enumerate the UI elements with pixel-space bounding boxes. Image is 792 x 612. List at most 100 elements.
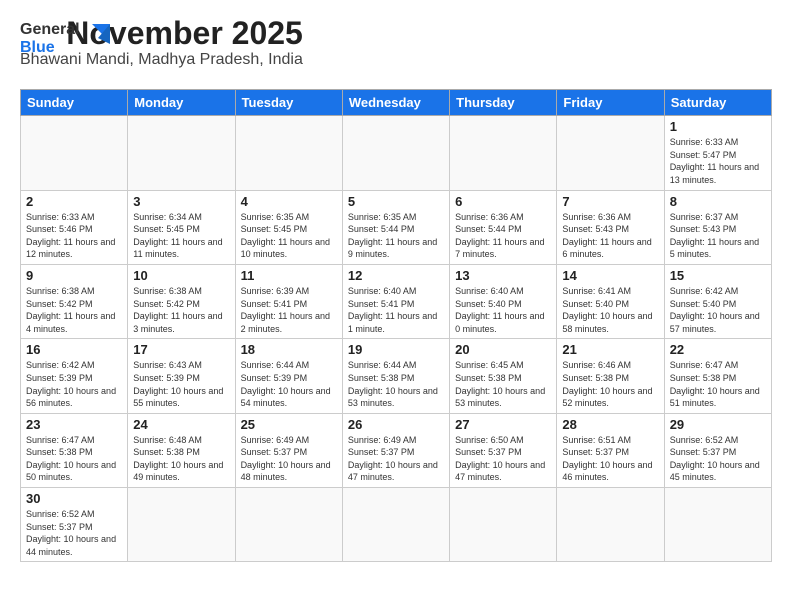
day-number: 28 (562, 417, 658, 432)
day-cell-10: 10 Sunrise: 6:38 AMSunset: 5:42 PMDaylig… (128, 264, 235, 338)
empty-cell (235, 488, 342, 562)
day-cell-7: 7 Sunrise: 6:36 AMSunset: 5:43 PMDayligh… (557, 190, 664, 264)
day-cell-28: 28 Sunrise: 6:51 AMSunset: 5:37 PMDaylig… (557, 413, 664, 487)
day-info: Sunrise: 6:49 AMSunset: 5:37 PMDaylight:… (348, 434, 444, 484)
day-info: Sunrise: 6:40 AMSunset: 5:40 PMDaylight:… (455, 285, 551, 335)
day-info: Sunrise: 6:41 AMSunset: 5:40 PMDaylight:… (562, 285, 658, 335)
day-info: Sunrise: 6:49 AMSunset: 5:37 PMDaylight:… (241, 434, 337, 484)
day-info: Sunrise: 6:36 AMSunset: 5:44 PMDaylight:… (455, 211, 551, 261)
day-info: Sunrise: 6:42 AMSunset: 5:39 PMDaylight:… (26, 359, 122, 409)
day-info: Sunrise: 6:33 AMSunset: 5:46 PMDaylight:… (26, 211, 122, 261)
empty-cell (128, 488, 235, 562)
day-info: Sunrise: 6:43 AMSunset: 5:39 PMDaylight:… (133, 359, 229, 409)
day-number: 16 (26, 342, 122, 357)
day-cell-11: 11 Sunrise: 6:39 AMSunset: 5:41 PMDaylig… (235, 264, 342, 338)
day-number: 17 (133, 342, 229, 357)
header-sunday: Sunday (21, 90, 128, 116)
day-info: Sunrise: 6:48 AMSunset: 5:38 PMDaylight:… (133, 434, 229, 484)
header-tuesday: Tuesday (235, 90, 342, 116)
logo: General Blue (20, 16, 110, 60)
empty-cell (342, 116, 449, 190)
day-info: Sunrise: 6:52 AMSunset: 5:37 PMDaylight:… (670, 434, 766, 484)
day-info: Sunrise: 6:52 AMSunset: 5:37 PMDaylight:… (26, 508, 122, 558)
logo-icon: General Blue (20, 16, 110, 60)
table-row: 1 Sunrise: 6:33 AM Sunset: 5:47 PM Dayli… (21, 116, 772, 190)
day-number: 8 (670, 194, 766, 209)
day-info: Sunrise: 6:47 AMSunset: 5:38 PMDaylight:… (26, 434, 122, 484)
top-area: General Blue November 2025 Bhawani Mandi… (20, 16, 772, 81)
day-number: 9 (26, 268, 122, 283)
day-number: 12 (348, 268, 444, 283)
day-number: 20 (455, 342, 551, 357)
day-number: 21 (562, 342, 658, 357)
day-cell-25: 25 Sunrise: 6:49 AMSunset: 5:37 PMDaylig… (235, 413, 342, 487)
table-row: 23 Sunrise: 6:47 AMSunset: 5:38 PMDaylig… (21, 413, 772, 487)
day-info: Sunrise: 6:33 AM Sunset: 5:47 PM Dayligh… (670, 136, 766, 186)
day-cell-5: 5 Sunrise: 6:35 AMSunset: 5:44 PMDayligh… (342, 190, 449, 264)
day-info: Sunrise: 6:38 AMSunset: 5:42 PMDaylight:… (133, 285, 229, 335)
empty-cell (235, 116, 342, 190)
day-cell-16: 16 Sunrise: 6:42 AMSunset: 5:39 PMDaylig… (21, 339, 128, 413)
empty-cell (557, 116, 664, 190)
day-cell-14: 14 Sunrise: 6:41 AMSunset: 5:40 PMDaylig… (557, 264, 664, 338)
header-friday: Friday (557, 90, 664, 116)
day-cell-27: 27 Sunrise: 6:50 AMSunset: 5:37 PMDaylig… (450, 413, 557, 487)
day-number: 13 (455, 268, 551, 283)
empty-cell (21, 116, 128, 190)
day-info: Sunrise: 6:39 AMSunset: 5:41 PMDaylight:… (241, 285, 337, 335)
day-number: 1 (670, 119, 766, 134)
day-info: Sunrise: 6:38 AMSunset: 5:42 PMDaylight:… (26, 285, 122, 335)
empty-cell (450, 488, 557, 562)
day-cell-1: 1 Sunrise: 6:33 AM Sunset: 5:47 PM Dayli… (664, 116, 771, 190)
day-cell-15: 15 Sunrise: 6:42 AMSunset: 5:40 PMDaylig… (664, 264, 771, 338)
header-thursday: Thursday (450, 90, 557, 116)
day-cell-8: 8 Sunrise: 6:37 AMSunset: 5:43 PMDayligh… (664, 190, 771, 264)
day-number: 4 (241, 194, 337, 209)
day-cell-22: 22 Sunrise: 6:47 AMSunset: 5:38 PMDaylig… (664, 339, 771, 413)
day-number: 19 (348, 342, 444, 357)
day-cell-17: 17 Sunrise: 6:43 AMSunset: 5:39 PMDaylig… (128, 339, 235, 413)
day-info: Sunrise: 6:34 AMSunset: 5:45 PMDaylight:… (133, 211, 229, 261)
day-cell-4: 4 Sunrise: 6:35 AMSunset: 5:45 PMDayligh… (235, 190, 342, 264)
day-info: Sunrise: 6:35 AMSunset: 5:44 PMDaylight:… (348, 211, 444, 261)
header-monday: Monday (128, 90, 235, 116)
day-info: Sunrise: 6:35 AMSunset: 5:45 PMDaylight:… (241, 211, 337, 261)
day-cell-21: 21 Sunrise: 6:46 AMSunset: 5:38 PMDaylig… (557, 339, 664, 413)
day-info: Sunrise: 6:42 AMSunset: 5:40 PMDaylight:… (670, 285, 766, 335)
svg-text:Blue: Blue (20, 39, 55, 56)
empty-cell (128, 116, 235, 190)
day-number: 22 (670, 342, 766, 357)
table-row: 9 Sunrise: 6:38 AMSunset: 5:42 PMDayligh… (21, 264, 772, 338)
day-number: 14 (562, 268, 658, 283)
day-cell-20: 20 Sunrise: 6:45 AMSunset: 5:38 PMDaylig… (450, 339, 557, 413)
day-cell-13: 13 Sunrise: 6:40 AMSunset: 5:40 PMDaylig… (450, 264, 557, 338)
day-number: 15 (670, 268, 766, 283)
empty-cell (557, 488, 664, 562)
day-cell-18: 18 Sunrise: 6:44 AMSunset: 5:39 PMDaylig… (235, 339, 342, 413)
day-number: 26 (348, 417, 444, 432)
day-number: 5 (348, 194, 444, 209)
day-info: Sunrise: 6:45 AMSunset: 5:38 PMDaylight:… (455, 359, 551, 409)
day-number: 30 (26, 491, 122, 506)
day-info: Sunrise: 6:46 AMSunset: 5:38 PMDaylight:… (562, 359, 658, 409)
day-number: 24 (133, 417, 229, 432)
day-number: 23 (26, 417, 122, 432)
day-number: 27 (455, 417, 551, 432)
day-info: Sunrise: 6:37 AMSunset: 5:43 PMDaylight:… (670, 211, 766, 261)
header-wednesday: Wednesday (342, 90, 449, 116)
day-number: 3 (133, 194, 229, 209)
day-info: Sunrise: 6:40 AMSunset: 5:41 PMDaylight:… (348, 285, 444, 335)
day-info: Sunrise: 6:47 AMSunset: 5:38 PMDaylight:… (670, 359, 766, 409)
day-cell-29: 29 Sunrise: 6:52 AMSunset: 5:37 PMDaylig… (664, 413, 771, 487)
day-cell-9: 9 Sunrise: 6:38 AMSunset: 5:42 PMDayligh… (21, 264, 128, 338)
day-number: 6 (455, 194, 551, 209)
day-number: 11 (241, 268, 337, 283)
empty-cell (664, 488, 771, 562)
day-cell-2: 2 Sunrise: 6:33 AMSunset: 5:46 PMDayligh… (21, 190, 128, 264)
svg-text:General: General (20, 21, 80, 38)
day-cell-6: 6 Sunrise: 6:36 AMSunset: 5:44 PMDayligh… (450, 190, 557, 264)
day-cell-30: 30 Sunrise: 6:52 AMSunset: 5:37 PMDaylig… (21, 488, 128, 562)
calendar-table: Sunday Monday Tuesday Wednesday Thursday… (20, 89, 772, 562)
page: General Blue November 2025 Bhawani Mandi… (0, 0, 792, 572)
day-info: Sunrise: 6:44 AMSunset: 5:38 PMDaylight:… (348, 359, 444, 409)
